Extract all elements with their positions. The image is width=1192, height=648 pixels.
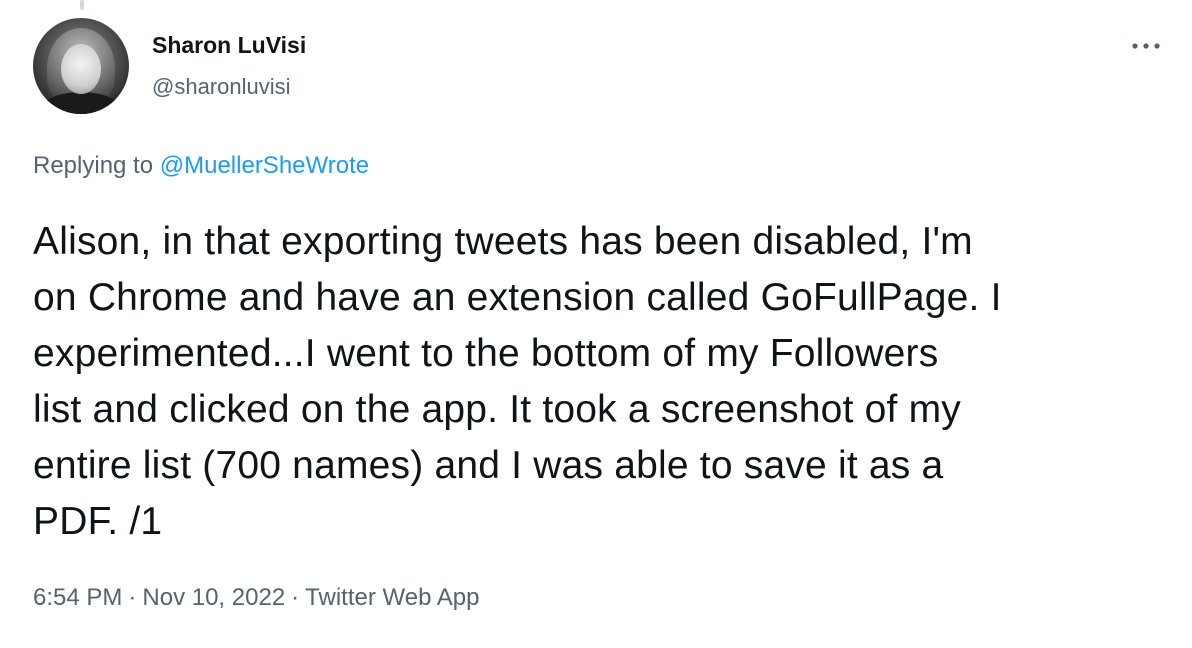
more-horizontal-icon xyxy=(1132,43,1160,49)
replying-to-label: Replying to xyxy=(33,152,154,179)
tweet-time[interactable]: 6:54 PM xyxy=(33,584,122,611)
meta-separator: · xyxy=(128,584,137,611)
more-options-button[interactable] xyxy=(1124,30,1168,62)
tweet-text: Alison, in that exporting tweets has bee… xyxy=(33,220,1002,543)
avatar[interactable] xyxy=(33,18,129,114)
reply-mention-link[interactable]: @MuellerSheWrote xyxy=(160,152,369,179)
author-display-name[interactable]: Sharon LuVisi xyxy=(152,32,306,59)
thread-connector-line xyxy=(80,0,84,10)
author-handle[interactable]: @sharonluvisi xyxy=(152,74,291,100)
replying-to-line: Replying to @MuellerSheWrote xyxy=(33,152,369,180)
tweet-date[interactable]: Nov 10, 2022 xyxy=(142,584,285,611)
tweet-source[interactable]: Twitter Web App xyxy=(305,584,479,611)
tweet-metadata: 6:54 PM · Nov 10, 2022 · Twitter Web App xyxy=(33,584,479,612)
meta-separator: · xyxy=(291,584,300,611)
